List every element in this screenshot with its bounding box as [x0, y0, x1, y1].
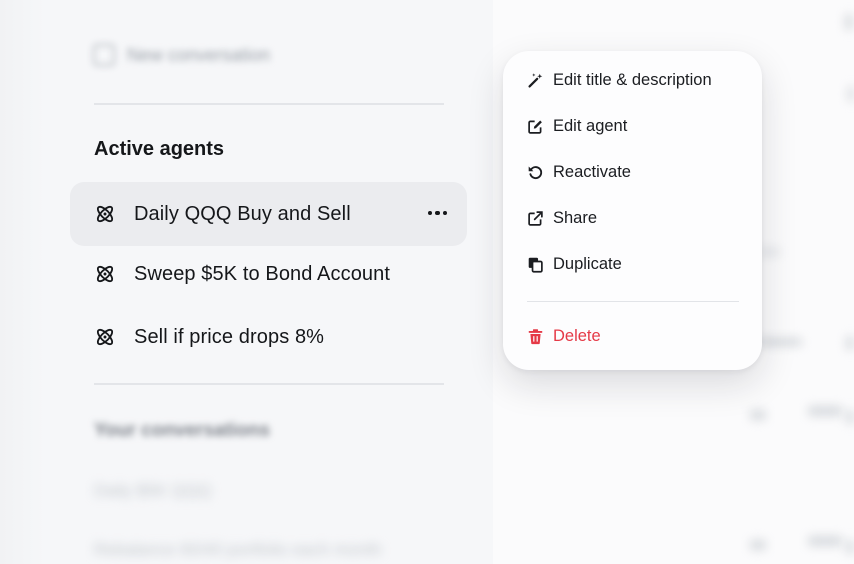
- agent-atom-icon: [96, 265, 114, 283]
- menu-item-label: Delete: [553, 327, 601, 345]
- agent-context-menu: Edit title & description Edit agent Reac…: [503, 51, 762, 370]
- menu-divider: [527, 301, 739, 302]
- agent-item-sweep-bond[interactable]: Sweep $5K to Bond Account: [70, 242, 467, 306]
- menu-item-label: Duplicate: [553, 255, 622, 273]
- blurred-glyph: [846, 410, 854, 424]
- menu-item-delete[interactable]: Delete: [527, 327, 601, 346]
- agent-item-daily-qqq[interactable]: Daily QQQ Buy and Sell: [70, 182, 467, 246]
- menu-item-label: Edit title & description: [553, 71, 712, 89]
- agent-atom-icon: [96, 205, 114, 223]
- blurred-glyph: [750, 540, 766, 550]
- edit-square-icon: [528, 120, 542, 134]
- your-conversations-heading: Your conversations: [94, 420, 270, 441]
- menu-item-label: Edit agent: [553, 117, 628, 135]
- blurred-glyph: [808, 536, 842, 546]
- conversation-item[interactable]: Daily $5K QQQ: [94, 481, 211, 501]
- menu-item-share[interactable]: Share: [527, 209, 597, 228]
- blurred-glyph: [846, 336, 854, 350]
- blurred-glyph: [848, 86, 854, 102]
- menu-item-edit-title[interactable]: Edit title & description: [527, 71, 712, 90]
- copy-icon: [528, 257, 543, 273]
- agent-label: Sweep $5K to Bond Account: [134, 262, 391, 285]
- menu-item-edit-agent[interactable]: Edit agent: [527, 117, 627, 136]
- agent-label: Daily QQQ Buy and Sell: [134, 202, 351, 225]
- left-gutter: [0, 0, 45, 564]
- menu-item-label: Share: [553, 209, 598, 227]
- blurred-glyph: [808, 406, 842, 416]
- blurred-glyph: [846, 540, 854, 554]
- active-agents-heading: Active agents: [94, 138, 225, 160]
- agent-label: Sell if price drops 8%: [134, 325, 325, 348]
- menu-item-label: Reactivate: [553, 163, 631, 181]
- new-conversation-label: New conversation: [127, 44, 271, 65]
- rotate-ccw-icon: [528, 166, 543, 180]
- menu-item-reactivate[interactable]: Reactivate: [527, 163, 631, 182]
- sidebar-divider: [94, 383, 444, 385]
- trash-icon: [528, 329, 543, 345]
- blurred-glyph: [845, 14, 853, 30]
- menu-item-duplicate[interactable]: Duplicate: [527, 255, 622, 274]
- new-conversation-icon: [93, 44, 115, 66]
- more-options-icon[interactable]: [427, 202, 447, 224]
- blurred-glyph: [758, 338, 802, 346]
- external-link-icon: [528, 211, 543, 226]
- blurred-glyph: [750, 410, 766, 420]
- new-conversation-button[interactable]: New conversation: [93, 44, 270, 66]
- sidebar-divider: [94, 103, 444, 105]
- conversation-item[interactable]: Rebalance 60/40 portfolio each month: [94, 540, 381, 560]
- agent-atom-icon: [96, 328, 114, 346]
- agent-item-sell-if-drops[interactable]: Sell if price drops 8%: [70, 305, 467, 369]
- magic-wand-icon: [528, 73, 543, 88]
